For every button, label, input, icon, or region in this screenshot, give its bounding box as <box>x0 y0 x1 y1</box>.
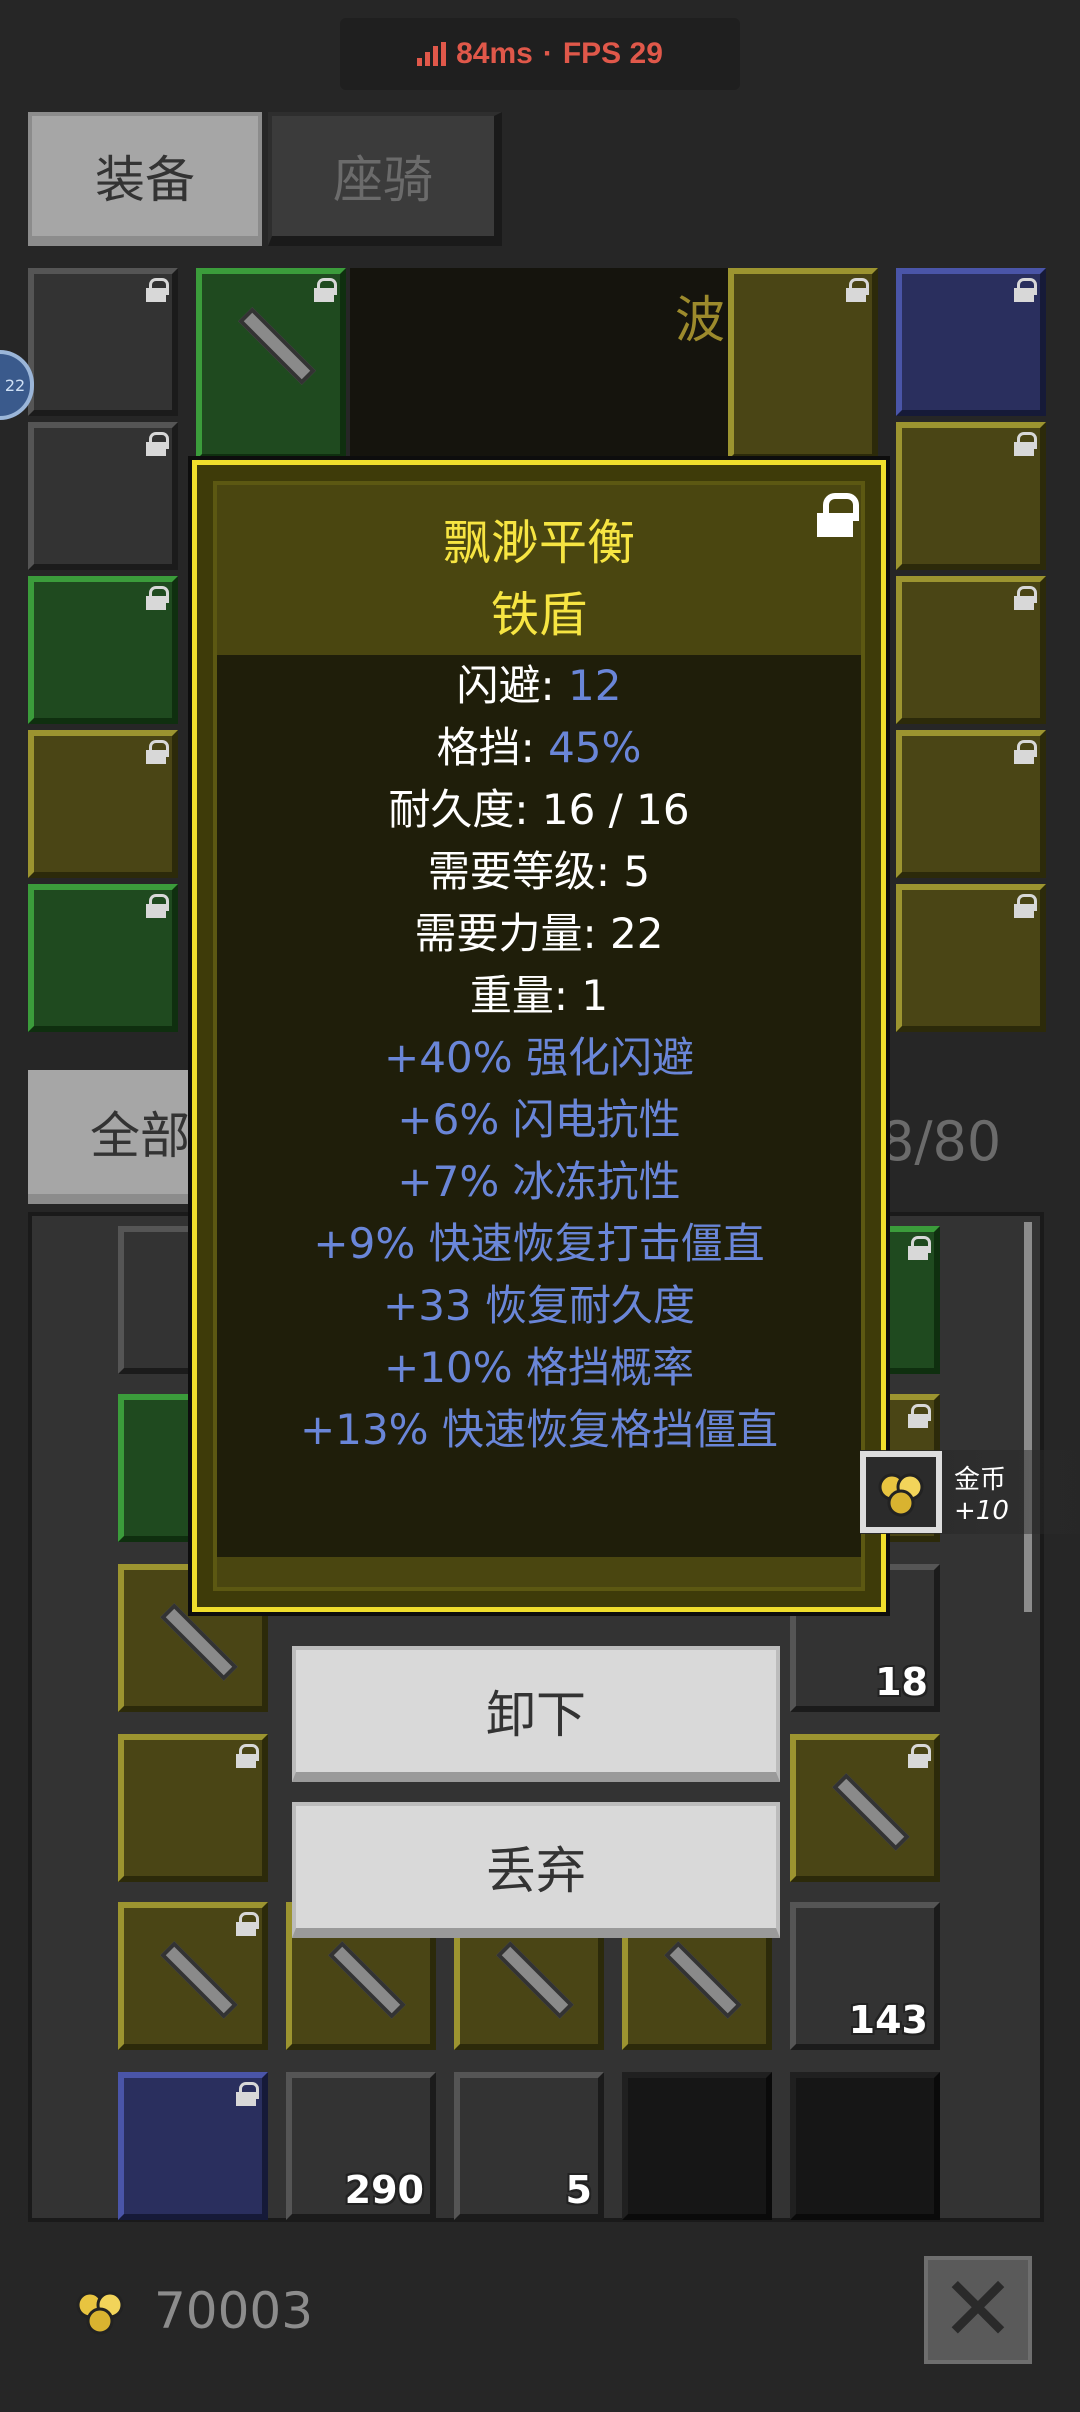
coin-toast: 金币 +10 <box>860 1450 1080 1534</box>
signal-icon <box>417 42 447 66</box>
stat-weight: 重量: 1 <box>469 971 609 1020</box>
inventory-scrollbar[interactable] <box>1024 1222 1032 1612</box>
inventory-slot[interactable] <box>118 2072 268 2220</box>
lock-icon <box>146 278 169 302</box>
dagger-icon <box>664 1941 742 2019</box>
stat-dodge: 闪避: 12 <box>456 661 622 710</box>
inventory-slot-empty[interactable] <box>790 2072 940 2220</box>
inventory-slot-feather[interactable]: 143 <box>790 1902 940 2050</box>
separator: · <box>542 37 553 70</box>
dagger-icon <box>160 1941 238 2019</box>
lock-icon <box>1014 278 1037 302</box>
lock-icon <box>236 1912 259 1936</box>
character-preview <box>350 268 730 460</box>
inventory-slot[interactable] <box>790 1734 940 1882</box>
inventory-slot-ore[interactable]: 290 <box>286 2072 436 2220</box>
tooltip-footer <box>217 1557 861 1587</box>
network-status: 84ms · FPS 29 <box>340 18 740 90</box>
toast-title: 金币 <box>954 1464 1007 1495</box>
inventory-slot-empty[interactable] <box>622 2072 772 2220</box>
equip-slot-armor[interactable] <box>28 422 178 570</box>
lock-icon <box>236 1744 259 1768</box>
stat-required-level: 需要等级: 5 <box>427 847 651 896</box>
lock-icon <box>236 2082 259 2106</box>
stat-durability: 耐久度: 16 / 16 <box>388 785 690 834</box>
lock-icon <box>146 894 169 918</box>
modifier: +10% 格挡概率 <box>384 1343 694 1392</box>
ping-text: 84ms <box>456 37 533 70</box>
item-count: 5 <box>565 2168 592 2212</box>
lock-icon <box>146 586 169 610</box>
stat-block: 格挡: 45% <box>436 723 642 772</box>
equip-slot-helmet[interactable] <box>28 268 178 416</box>
filter-all-button[interactable]: 全部 <box>28 1070 198 1204</box>
equip-slot-gloves[interactable] <box>28 576 178 724</box>
equip-slot-weapon[interactable] <box>196 268 346 460</box>
item-count: 290 <box>344 2168 424 2212</box>
item-name-prefix: 飘渺平衡 <box>442 515 635 571</box>
equip-slot-boots[interactable] <box>28 730 178 878</box>
equip-slot-amulet[interactable] <box>896 268 1046 416</box>
dagger-icon <box>496 1941 574 2019</box>
dagger-icon <box>238 307 316 385</box>
stat-required-strength: 需要力量: 22 <box>414 909 664 958</box>
equip-slot-shield[interactable] <box>728 268 878 460</box>
lock-icon <box>1014 740 1037 764</box>
dagger-icon <box>832 1773 910 1851</box>
lock-icon <box>1014 432 1037 456</box>
modifier: +33 恢复耐久度 <box>383 1281 695 1330</box>
lock-icon <box>908 1236 931 1260</box>
equip-slot-belt[interactable] <box>28 884 178 1032</box>
gold-amount: 70003 <box>154 2282 314 2340</box>
dagger-icon <box>328 1941 406 2019</box>
item-count: 18 <box>875 1660 928 1704</box>
close-icon: ✕ <box>940 2257 1016 2362</box>
fps-text: FPS 29 <box>562 37 663 70</box>
equip-slot-ring-1[interactable] <box>896 422 1046 570</box>
modifier: +9% 快速恢复打击僵直 <box>313 1219 765 1268</box>
item-tooltip: 飘渺平衡 铁盾 闪避: 12 格挡: 45% 耐久度: 16 / 16 需要等级… <box>192 460 886 1612</box>
lock-icon <box>146 432 169 456</box>
inventory-capacity: 8/80 <box>880 1110 1002 1173</box>
inventory-slot-gold-ore[interactable]: 5 <box>454 2072 604 2220</box>
modifier: +6% 闪电抗性 <box>397 1095 681 1144</box>
tab-equipment[interactable]: 装备 <box>28 112 262 246</box>
lock-icon <box>314 278 337 302</box>
coin-icon <box>860 1451 942 1533</box>
modifier: +7% 冰冻抗性 <box>397 1157 681 1206</box>
equip-slot-ring-2[interactable] <box>896 576 1046 724</box>
item-stats: 闪避: 12 格挡: 45% 耐久度: 16 / 16 需要等级: 5 需要力量… <box>197 655 881 1461</box>
inventory-slot[interactable] <box>118 1734 268 1882</box>
lock-icon <box>846 278 869 302</box>
lock-icon <box>1014 894 1037 918</box>
lock-icon <box>908 1744 931 1768</box>
gold-coins-icon <box>76 2291 124 2335</box>
modifier: +13% 快速恢复格挡僵直 <box>300 1405 778 1454</box>
unequip-button[interactable]: 卸下 <box>292 1646 780 1782</box>
equip-slot-charm-1[interactable] <box>896 730 1046 878</box>
close-button[interactable]: ✕ <box>924 2256 1032 2364</box>
equip-slot-charm-2[interactable] <box>896 884 1046 1032</box>
drop-button[interactable]: 丢弃 <box>292 1802 780 1938</box>
modifier: +40% 强化闪避 <box>384 1033 694 1082</box>
toast-amount: +10 <box>954 1495 1009 1526</box>
tab-mount[interactable]: 座骑 <box>268 112 502 246</box>
lock-icon <box>908 1404 931 1428</box>
lock-icon <box>1014 586 1037 610</box>
item-count: 143 <box>848 1998 928 2042</box>
gold-display: 70003 <box>70 2282 313 2340</box>
lock-icon <box>146 740 169 764</box>
inventory-slot[interactable] <box>118 1902 268 2050</box>
dagger-icon <box>160 1603 238 1681</box>
item-name-base: 铁盾 <box>490 587 587 643</box>
